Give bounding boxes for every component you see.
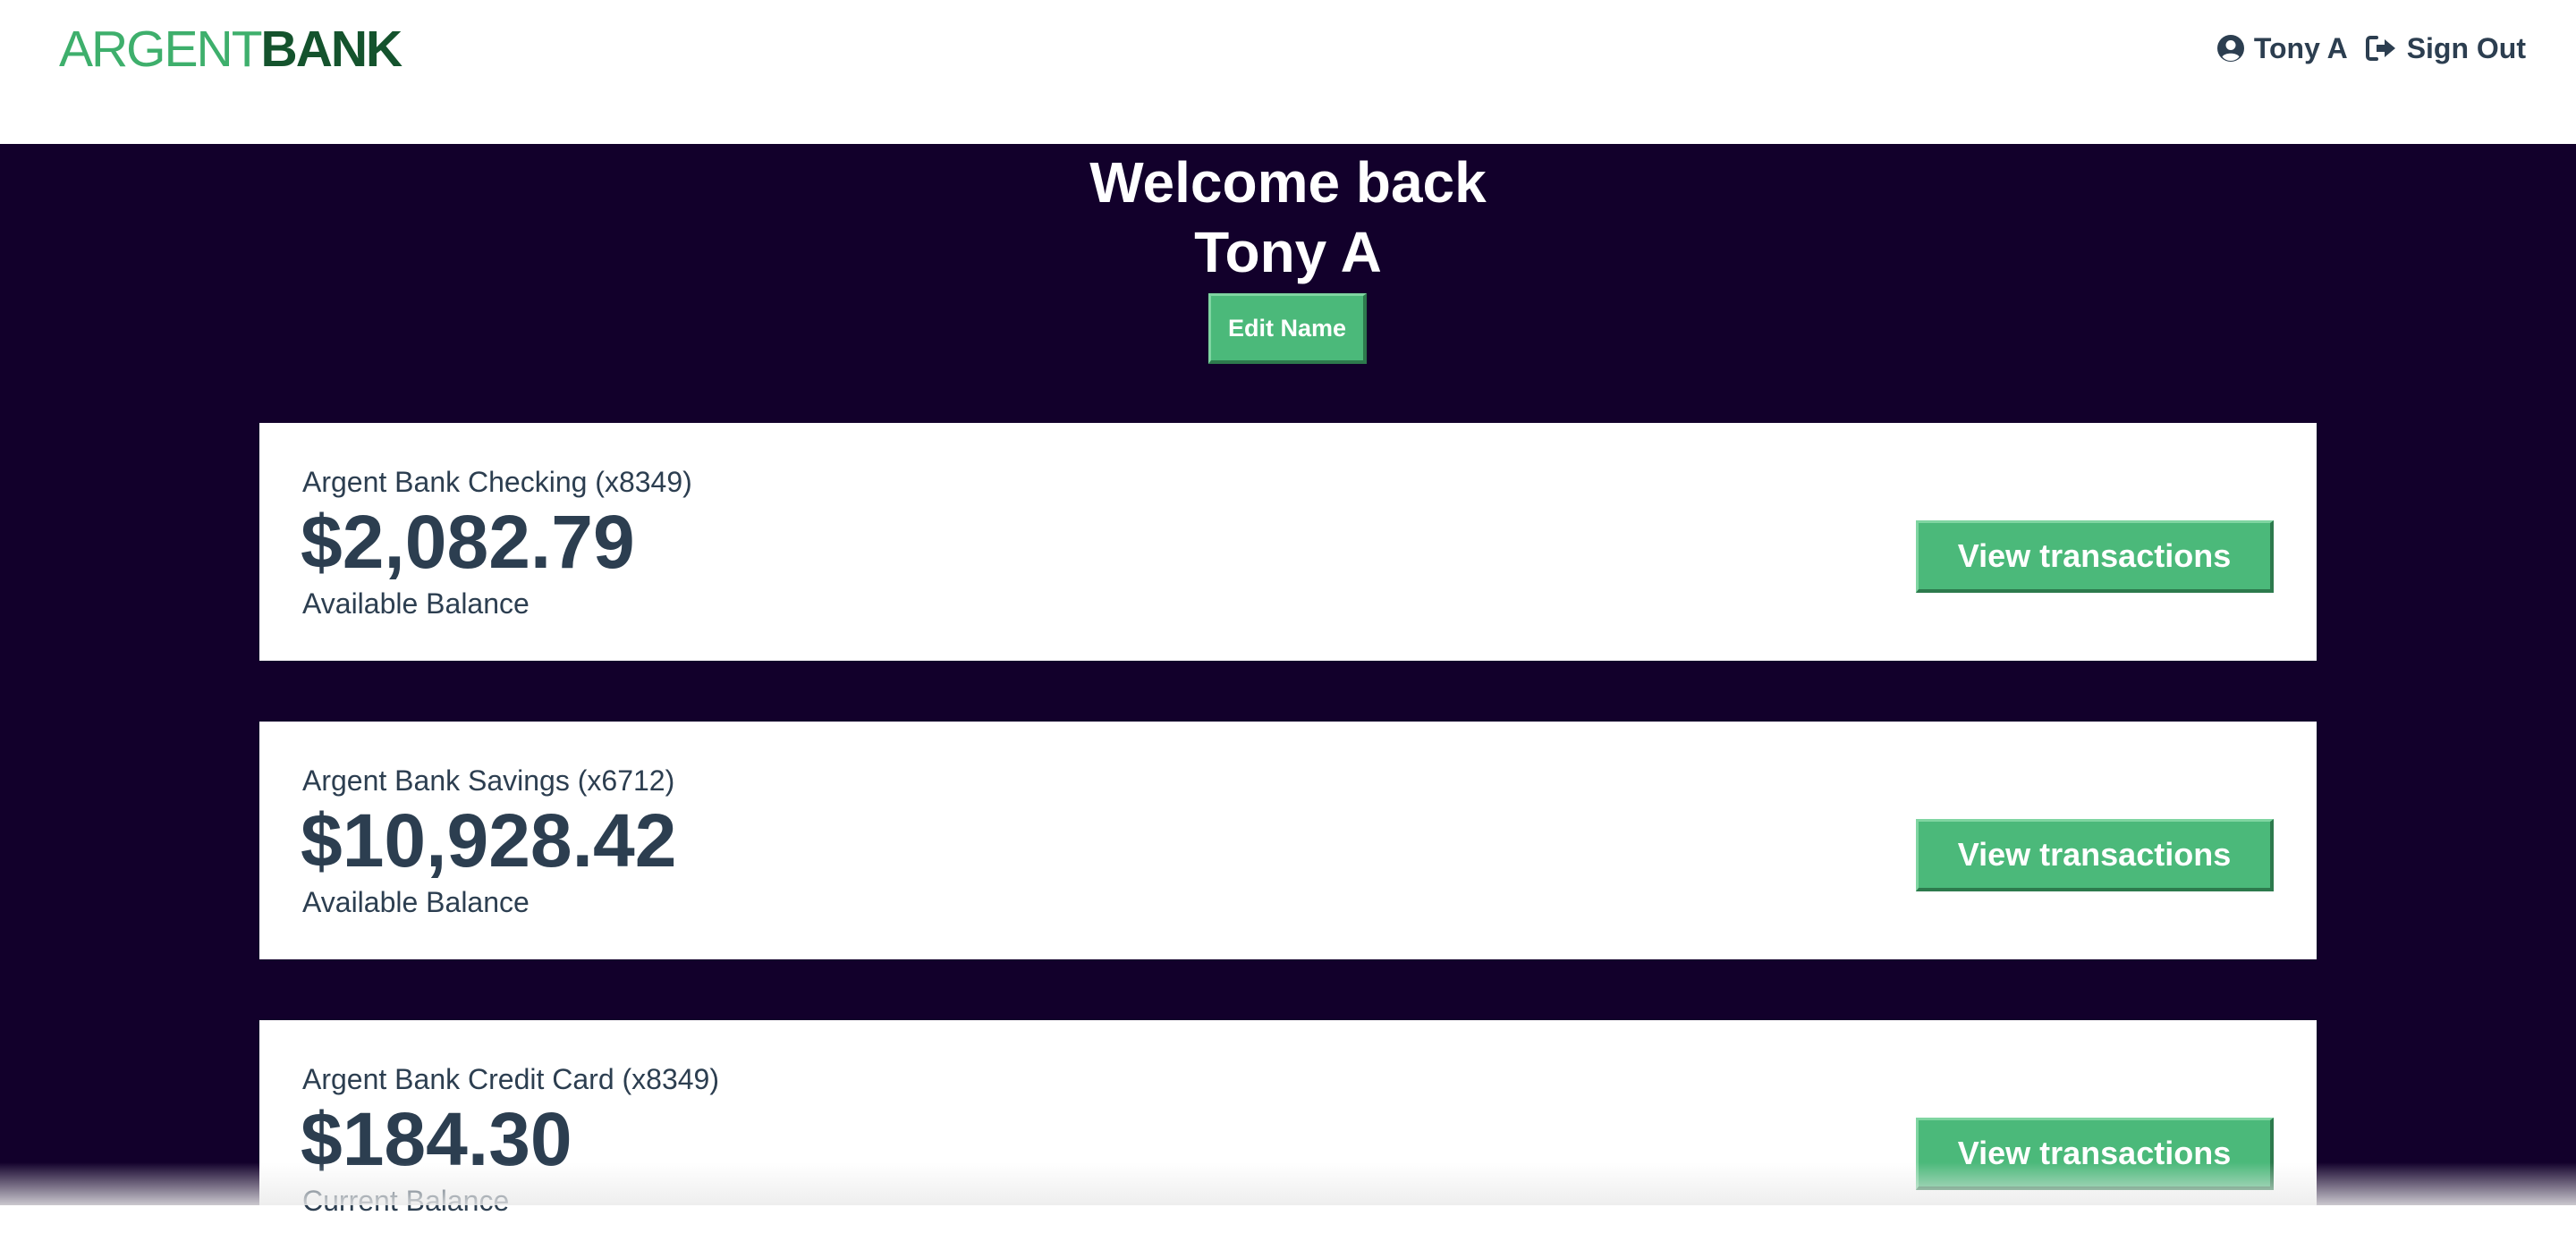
user-circle-icon <box>2216 34 2245 63</box>
logo-text-argent: ARGENT <box>59 21 263 78</box>
view-transactions-button[interactable]: View transactions <box>1916 819 2274 891</box>
welcome-heading: Welcome back Tony A <box>0 148 2576 287</box>
account-amount-description: Available Balance <box>302 886 530 918</box>
argent-bank-logo[interactable]: ARGENTBANK <box>59 20 403 79</box>
user-nav: Tony A Sign Out <box>2216 27 2526 70</box>
account-title: Argent Bank Credit Card (x8349) <box>302 1063 719 1095</box>
account-amount-description: Available Balance <box>302 587 530 620</box>
account-amount-description: Current Balance <box>302 1185 510 1217</box>
account-card-credit-card: Argent Bank Credit Card (x8349) $184.30 … <box>259 1020 2317 1258</box>
account-amount: $184.30 <box>301 1097 572 1181</box>
account-title: Argent Bank Checking (x8349) <box>302 466 692 498</box>
account-card-checking: Argent Bank Checking (x8349) $2,082.79 A… <box>259 423 2317 661</box>
sign-out-label: Sign Out <box>2406 32 2526 64</box>
account-amount: $2,082.79 <box>301 500 635 584</box>
account-amount: $10,928.42 <box>301 798 677 882</box>
profile-name: Tony A <box>2253 32 2348 64</box>
edit-name-button[interactable]: Edit Name <box>1208 293 1367 364</box>
welcome-user-name: Tony A <box>1194 220 1382 284</box>
sign-out-icon <box>2365 34 2398 63</box>
profile-link[interactable]: Tony A <box>2216 27 2348 70</box>
view-transactions-button[interactable]: View transactions <box>1916 520 2274 593</box>
account-card-savings: Argent Bank Savings (x6712) $10,928.42 A… <box>259 722 2317 959</box>
account-dashboard: Welcome back Tony A Edit Name Argent Ban… <box>0 144 2576 1258</box>
sign-out-link[interactable]: Sign Out <box>2365 27 2526 70</box>
top-navigation: ARGENTBANK Tony A Sign Out <box>0 0 2576 144</box>
view-transactions-button[interactable]: View transactions <box>1916 1118 2274 1190</box>
welcome-line: Welcome back <box>1089 150 1487 215</box>
logo-text-bank: BANK <box>260 21 403 78</box>
account-title: Argent Bank Savings (x6712) <box>302 764 675 797</box>
